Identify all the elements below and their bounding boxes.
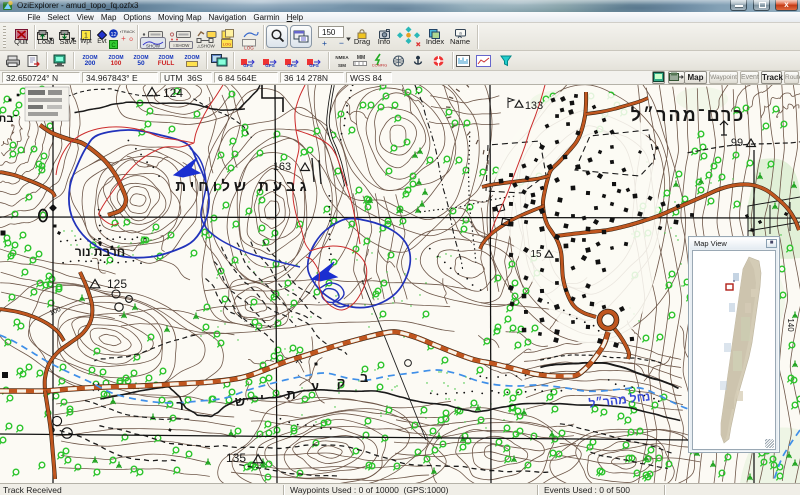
svg-text:ע: ע (311, 379, 319, 394)
svg-text:ת: ת (286, 387, 295, 402)
svg-text:LOG: LOG (244, 46, 254, 51)
svg-text:99: 99 (731, 137, 743, 149)
svg-text:חרבת נור: חרבת נור (75, 245, 125, 259)
svg-text:־בת: ־בת (0, 113, 18, 125)
svg-text:C: C (111, 43, 116, 49)
svg-text:ש: ש (235, 394, 245, 409)
svg-text:ב: ב (360, 370, 368, 385)
svg-text:○SHOW: ○SHOW (173, 43, 190, 48)
svg-text:15: 15 (530, 249, 542, 260)
svg-text:LOG: LOG (223, 42, 231, 47)
svg-text:124: 124 (163, 86, 183, 100)
svg-text:125: 125 (107, 277, 127, 291)
svg-text:ק: ק (337, 375, 346, 390)
svg-text:SHOW: SHOW (146, 44, 161, 49)
svg-text:140: 140 (786, 318, 795, 332)
svg-text:גבעת שלוחית: גבעת שלוחית (175, 178, 310, 195)
svg-text:133: 133 (525, 100, 543, 112)
svg-text:135: 135 (226, 451, 246, 465)
svg-text:ר: ר (176, 398, 184, 413)
svg-text:י: י (260, 391, 264, 406)
svg-text:△SHOW: △SHOW (197, 44, 215, 49)
svg-text:163: 163 (273, 161, 291, 173)
svg-text:CONFIG: CONFIG (372, 63, 387, 68)
svg-text:כרם־מהר״ל: כרם־מהר״ל (631, 105, 746, 125)
